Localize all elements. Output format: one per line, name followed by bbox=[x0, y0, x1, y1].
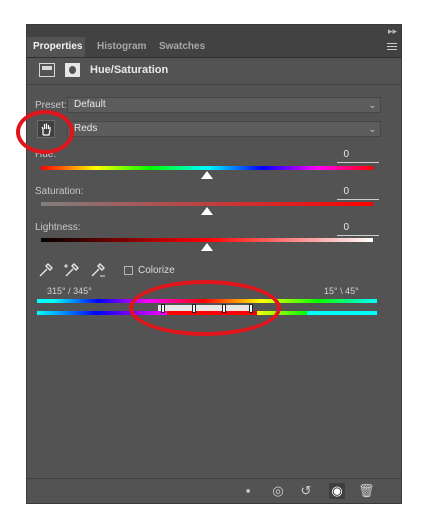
mask-icon[interactable] bbox=[65, 63, 80, 77]
chevron-down-icon: ⌄ bbox=[368, 100, 376, 110]
saturation-label: Saturation: bbox=[35, 186, 84, 197]
colorize-label: Colorize bbox=[138, 265, 175, 276]
adjustment-title: Hue/Saturation bbox=[90, 64, 169, 76]
saturation-value[interactable]: 0 bbox=[313, 186, 349, 197]
reset-icon[interactable]: ↺ bbox=[298, 483, 314, 499]
panel-tab-bar: Properties Histogram Swatches bbox=[27, 37, 401, 58]
menu-icon[interactable] bbox=[387, 41, 397, 51]
hue-value-underline bbox=[337, 162, 379, 163]
lightness-slider-thumb[interactable] bbox=[201, 243, 213, 251]
eye-icon[interactable]: ◉ bbox=[329, 483, 345, 499]
trash-icon[interactable]: 🗑 bbox=[358, 483, 375, 499]
tab-properties[interactable]: Properties bbox=[27, 37, 85, 57]
hue-value[interactable]: 0 bbox=[313, 149, 349, 160]
channel-select[interactable]: Reds ⌄ bbox=[67, 121, 381, 137]
chevron-down-icon: ⌄ bbox=[368, 124, 376, 134]
panel-top-bar: ▸▸ bbox=[27, 25, 401, 37]
lightness-value[interactable]: 0 bbox=[313, 222, 349, 233]
properties-panel: ▸▸ Properties Histogram Swatches Hue/Sat… bbox=[26, 24, 402, 504]
preset-select[interactable]: Default ⌄ bbox=[67, 97, 381, 113]
eyedropper-minus-icon[interactable] bbox=[89, 261, 107, 279]
tab-histogram[interactable]: Histogram bbox=[91, 37, 152, 57]
annotation-ring-hand bbox=[16, 110, 74, 154]
lightness-value-underline bbox=[337, 235, 379, 236]
eyedropper-icon[interactable] bbox=[37, 261, 55, 279]
saturation-slider-track[interactable] bbox=[41, 202, 373, 206]
hue-slider-track[interactable] bbox=[41, 166, 373, 170]
range-right-readout: 15° \ 45° bbox=[324, 286, 359, 296]
range-left-readout: 315° / 345° bbox=[47, 286, 92, 296]
panel-bottom-bar: ▪ ◎ ↺ ◉ 🗑 bbox=[27, 478, 401, 503]
preset-value: Default bbox=[74, 99, 106, 110]
saturation-value-underline bbox=[337, 199, 379, 200]
eyedropper-plus-icon[interactable] bbox=[63, 261, 81, 279]
lightness-label: Lightness: bbox=[35, 222, 81, 233]
tab-swatches[interactable]: Swatches bbox=[153, 37, 211, 57]
saturation-slider-thumb[interactable] bbox=[201, 207, 213, 215]
view-previous-icon[interactable]: ◎ bbox=[270, 483, 286, 499]
adjustment-header: Hue/Saturation bbox=[27, 58, 401, 85]
collapse-icon[interactable]: ▸▸ bbox=[388, 25, 397, 37]
clip-to-layer-icon[interactable]: ▪ bbox=[240, 483, 256, 499]
lightness-slider-track[interactable] bbox=[41, 238, 373, 242]
hue-slider-thumb[interactable] bbox=[201, 171, 213, 179]
annotation-ring-range bbox=[129, 280, 281, 336]
range-bottom-segment bbox=[37, 311, 97, 315]
channel-value: Reds bbox=[74, 123, 98, 134]
hue-saturation-icon[interactable] bbox=[39, 63, 55, 77]
colorize-checkbox[interactable] bbox=[124, 266, 133, 275]
